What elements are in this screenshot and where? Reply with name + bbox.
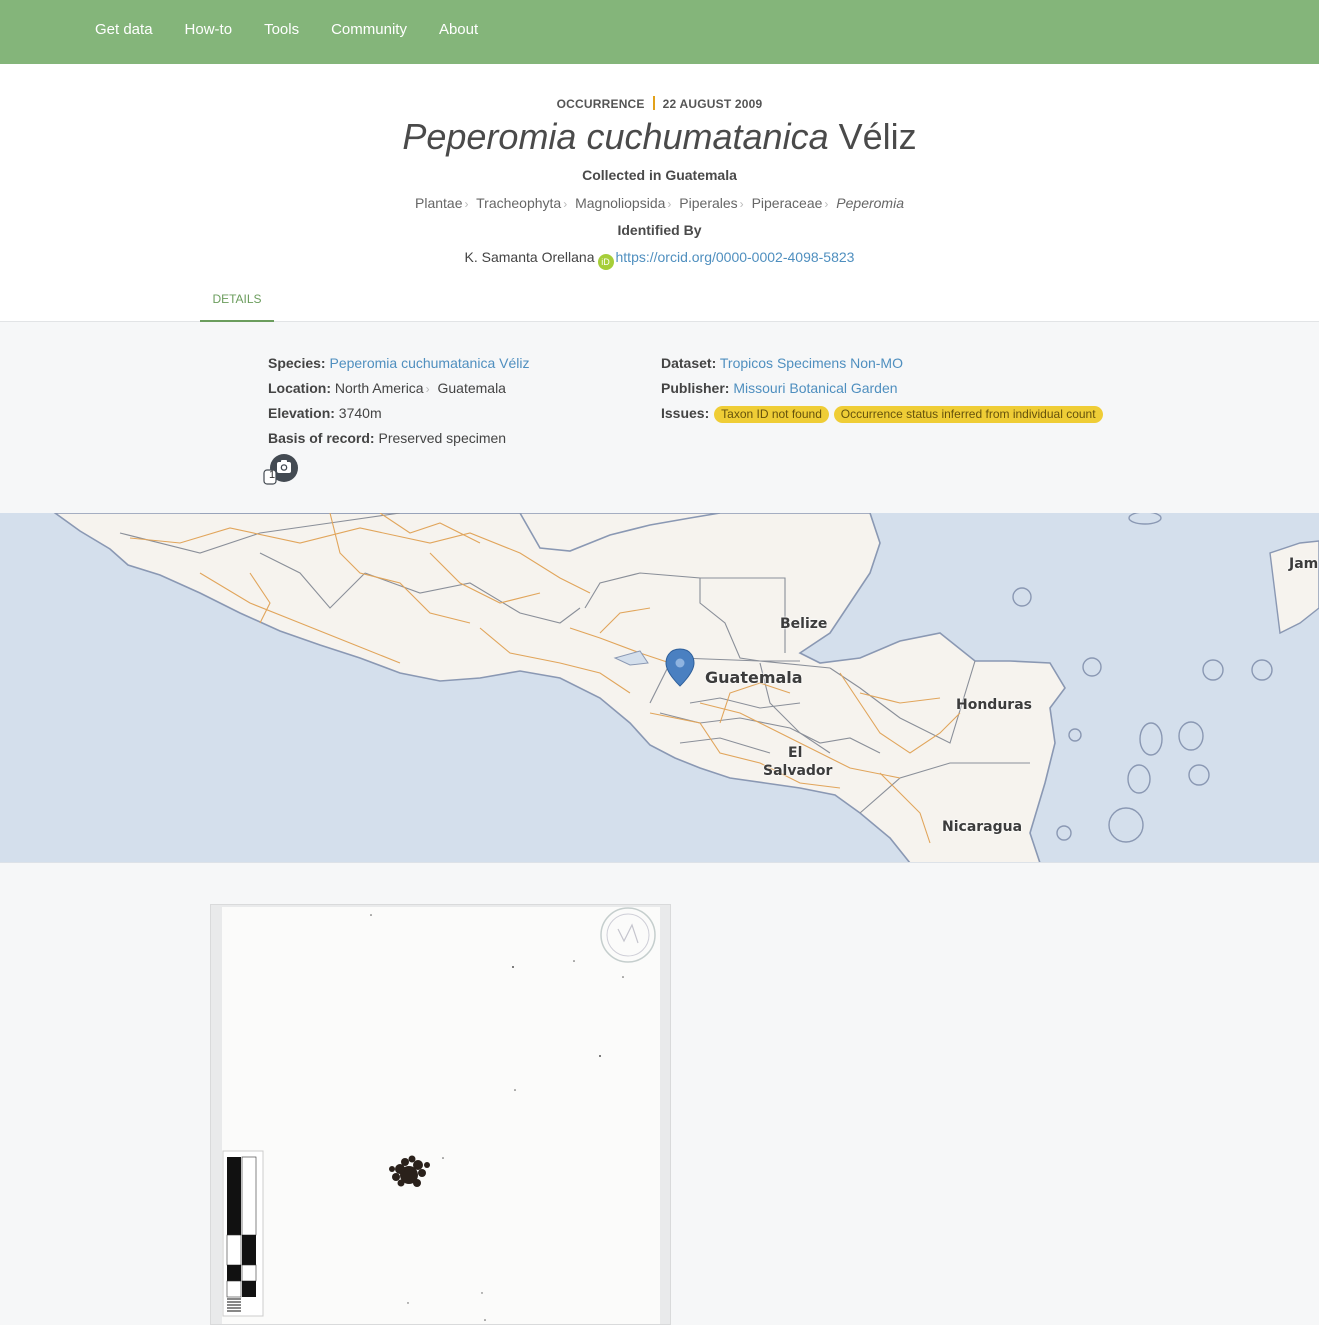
dataset-label: Dataset:: [661, 355, 717, 371]
identified-by-heading: Identified By: [617, 222, 702, 238]
top-navigation: Get data How-to Tools Community About: [0, 0, 1319, 64]
chevron-right-icon: ›: [464, 197, 469, 211]
media-button[interactable]: 1: [263, 452, 301, 488]
collected-in: Collected in Guatemala: [582, 167, 737, 183]
map-canvas: [53, 513, 1319, 862]
orcid-icon: iD: [597, 254, 614, 270]
scale-bar: [222, 1150, 264, 1317]
species-label: Species:: [268, 355, 326, 371]
page-title: Peperomia cuchumatanica Véliz: [0, 116, 1319, 158]
map-label-belize: Belize: [780, 616, 828, 632]
publisher-row: Publisher: Missouri Botanical Garden: [661, 379, 1103, 404]
title-scientific-name: Peperomia cuchumatanica: [402, 116, 829, 157]
kicker-separator: [652, 96, 655, 110]
media-count: 1: [268, 469, 276, 481]
basis-of-record-row: Basis of record: Preserved specimen: [268, 429, 529, 454]
map-label-honduras: Honduras: [956, 697, 1032, 713]
record-date: 22 AUGUST 2009: [662, 97, 763, 111]
chevron-right-icon: ›: [563, 197, 568, 211]
issues-row: Issues: Taxon ID not found Occurrence st…: [661, 404, 1103, 429]
nav-item-how-to[interactable]: How-to: [169, 21, 249, 38]
identifier-name: K. Samanta Orellana: [464, 249, 595, 265]
taxon-phylum[interactable]: Tracheophyta: [476, 195, 561, 211]
location-label: Location:: [268, 380, 331, 396]
map-label-jamaica: Jam: [1289, 556, 1319, 572]
species-link[interactable]: Peperomia cuchumatanica Véliz: [329, 355, 529, 371]
herbarium-sheet: [222, 907, 660, 1324]
issue-badge[interactable]: Occurrence status inferred from individu…: [833, 406, 1103, 423]
taxon-class[interactable]: Magnoliopsida: [575, 195, 665, 211]
specimen-specks: [370, 914, 624, 1321]
specimen-drawing: [222, 907, 656, 1321]
dataset-link[interactable]: Tropicos Specimens Non-MO: [720, 355, 903, 371]
elevation-row: Elevation: 3740m: [268, 404, 529, 429]
nav-item-community[interactable]: Community: [315, 21, 423, 38]
record-type: OCCURRENCE: [556, 97, 645, 111]
nav-item-tools[interactable]: Tools: [248, 21, 315, 38]
taxon-kingdom[interactable]: Plantae: [415, 195, 462, 211]
herbarium-stamp: [600, 907, 656, 963]
occurrence-map[interactable]: Belize Guatemala Honduras El Salvador Ni…: [0, 513, 1319, 863]
specimen-image[interactable]: [210, 904, 671, 1325]
elevation-value: 3740m: [338, 405, 382, 421]
basis-of-record-label: Basis of record:: [268, 430, 375, 446]
chevron-right-icon: ›: [425, 382, 430, 396]
taxon-family[interactable]: Piperaceae: [752, 195, 823, 211]
chevron-right-icon: ›: [739, 197, 744, 211]
map-land-mainland: [53, 513, 1066, 862]
map-label-el-salvador-1: El: [788, 745, 803, 761]
occurrence-header: OCCURRENCE 22 AUGUST 2009 Peperomia cuchu…: [0, 64, 1319, 322]
location-country: Guatemala: [437, 380, 506, 396]
location-continent: North America: [334, 380, 424, 396]
issues-label: Issues:: [661, 405, 710, 421]
identifier: K. Samanta Orellana iD https://orcid.org/0…: [0, 249, 1319, 270]
map-label-guatemala: Guatemala: [705, 668, 803, 687]
taxon-genus[interactable]: Peperomia: [836, 195, 904, 211]
species-row: Species: Peperomia cuchumatanica Véliz: [268, 354, 529, 379]
chevron-right-icon: ›: [824, 197, 829, 211]
map-label-el-salvador-2: Salvador: [763, 763, 833, 779]
nav-item-about[interactable]: About: [423, 21, 494, 38]
issue-badge[interactable]: Taxon ID not found: [714, 406, 829, 423]
chevron-right-icon: ›: [667, 197, 672, 211]
taxonomy-breadcrumb: Plantae › Tracheophyta › Magnoliopsida › Pi…: [0, 195, 1319, 211]
details-right-column: Dataset: Tropicos Specimens Non-MO Publi…: [661, 354, 1103, 429]
basis-of-record-value: Preserved specimen: [378, 430, 507, 446]
title-author: Véliz: [838, 116, 917, 157]
tab-details[interactable]: DETAILS: [200, 288, 274, 322]
nav-item-get-data[interactable]: Get data: [79, 21, 169, 38]
plant-specimen: [389, 1155, 430, 1187]
publisher-label: Publisher:: [661, 380, 730, 396]
taxon-order[interactable]: Piperales: [679, 195, 737, 211]
publisher-link[interactable]: Missouri Botanical Garden: [733, 380, 897, 396]
orcid-link[interactable]: https://orcid.org/0000-0002-4098-5823: [616, 249, 855, 265]
map-label-nicaragua: Nicaragua: [942, 819, 1023, 835]
details-panel: Species: Peperomia cuchumatanica Véliz L…: [0, 323, 1319, 513]
details-left-column: Species: Peperomia cuchumatanica Véliz L…: [268, 354, 529, 454]
elevation-label: Elevation:: [268, 405, 335, 421]
dataset-row: Dataset: Tropicos Specimens Non-MO: [661, 354, 1103, 379]
location-row: Location: North America › Guatemala: [268, 379, 529, 404]
occurrence-kicker: OCCURRENCE 22 AUGUST 2009: [0, 96, 1319, 111]
